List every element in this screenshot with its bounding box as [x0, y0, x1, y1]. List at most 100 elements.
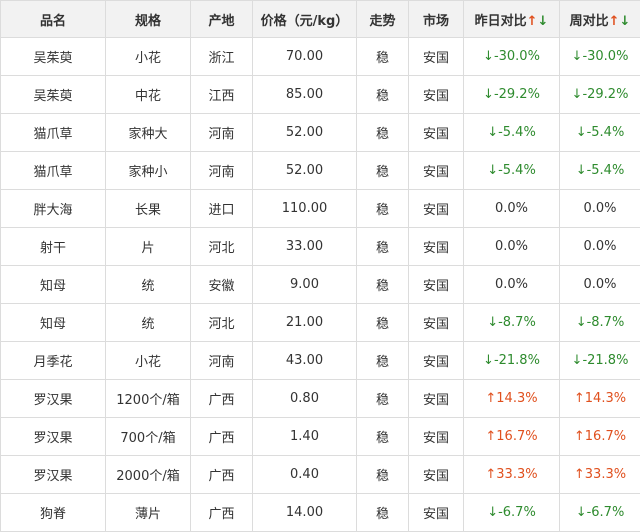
cell-spec: 700个/箱	[106, 418, 191, 456]
cell-spec: 长果	[106, 190, 191, 228]
cell-day-change: ↓-30.0%	[464, 38, 560, 76]
cell-name: 吴茱萸	[1, 38, 106, 76]
cell-origin: 河北	[191, 304, 253, 342]
cell-price: 9.00	[253, 266, 357, 304]
header-day-change-label: 昨日对比	[475, 14, 527, 29]
cell-trend: 稳	[357, 418, 409, 456]
cell-trend: 稳	[357, 228, 409, 266]
cell-origin: 广西	[191, 494, 253, 532]
cell-spec: 家种小	[106, 152, 191, 190]
table-row: 罗汉果700个/箱广西1.40稳安国↑16.7%↑16.7%	[1, 418, 640, 456]
cell-week-change: ↑16.7%	[560, 418, 640, 456]
cell-day-change: 0.0%	[464, 266, 560, 304]
cell-day-change: ↓-21.8%	[464, 342, 560, 380]
cell-trend: 稳	[357, 76, 409, 114]
cell-name: 狗脊	[1, 494, 106, 532]
cell-spec: 小花	[106, 342, 191, 380]
cell-name: 月季花	[1, 342, 106, 380]
table-row: 知母统安徽9.00稳安国0.0%0.0%	[1, 266, 640, 304]
header-day-change: 昨日对比↑↓	[464, 1, 560, 38]
cell-trend: 稳	[357, 114, 409, 152]
cell-trend: 稳	[357, 152, 409, 190]
cell-name: 胖大海	[1, 190, 106, 228]
cell-market: 安国	[409, 190, 464, 228]
cell-market: 安国	[409, 456, 464, 494]
cell-origin: 河南	[191, 114, 253, 152]
table-row: 射干片河北33.00稳安国0.0%0.0%	[1, 228, 640, 266]
cell-origin: 浙江	[191, 38, 253, 76]
table-row: 吴茱萸中花江西85.00稳安国↓-29.2%↓-29.2%	[1, 76, 640, 114]
table-row: 猫爪草家种小河南52.00稳安国↓-5.4%↓-5.4%	[1, 152, 640, 190]
cell-week-change: ↓-8.7%	[560, 304, 640, 342]
header-price: 价格（元/kg）	[253, 1, 357, 38]
cell-market: 安国	[409, 38, 464, 76]
cell-week-change: ↓-29.2%	[560, 76, 640, 114]
cell-day-change: ↓-5.4%	[464, 152, 560, 190]
cell-day-change: ↓-5.4%	[464, 114, 560, 152]
cell-trend: 稳	[357, 38, 409, 76]
cell-market: 安国	[409, 152, 464, 190]
table-header-row: 品名 规格 产地 价格（元/kg） 走势 市场 昨日对比↑↓ 周对比↑↓	[1, 1, 640, 38]
cell-day-change: ↓-8.7%	[464, 304, 560, 342]
cell-name: 罗汉果	[1, 380, 106, 418]
header-trend: 走势	[357, 1, 409, 38]
cell-trend: 稳	[357, 190, 409, 228]
cell-spec: 2000个/箱	[106, 456, 191, 494]
cell-trend: 稳	[357, 380, 409, 418]
cell-origin: 安徽	[191, 266, 253, 304]
cell-market: 安国	[409, 266, 464, 304]
table-row: 狗脊薄片广西14.00稳安国↓-6.7%↓-6.7%	[1, 494, 640, 532]
cell-spec: 薄片	[106, 494, 191, 532]
arrow-up-icon: ↑	[609, 14, 620, 29]
cell-name: 罗汉果	[1, 418, 106, 456]
cell-market: 安国	[409, 418, 464, 456]
cell-market: 安国	[409, 76, 464, 114]
cell-day-change: ↑14.3%	[464, 380, 560, 418]
cell-day-change: ↓-29.2%	[464, 76, 560, 114]
cell-market: 安国	[409, 342, 464, 380]
cell-day-change: ↑33.3%	[464, 456, 560, 494]
cell-week-change: ↑14.3%	[560, 380, 640, 418]
cell-market: 安国	[409, 114, 464, 152]
cell-spec: 家种大	[106, 114, 191, 152]
cell-name: 吴茱萸	[1, 76, 106, 114]
cell-spec: 中花	[106, 76, 191, 114]
cell-price: 33.00	[253, 228, 357, 266]
cell-price: 0.80	[253, 380, 357, 418]
cell-price: 14.00	[253, 494, 357, 532]
cell-spec: 小花	[106, 38, 191, 76]
cell-name: 猫爪草	[1, 114, 106, 152]
cell-spec: 统	[106, 266, 191, 304]
cell-day-change: ↓-6.7%	[464, 494, 560, 532]
cell-market: 安国	[409, 380, 464, 418]
cell-week-change: 0.0%	[560, 266, 640, 304]
cell-origin: 广西	[191, 418, 253, 456]
cell-price: 70.00	[253, 38, 357, 76]
header-origin: 产地	[191, 1, 253, 38]
cell-trend: 稳	[357, 494, 409, 532]
cell-price: 21.00	[253, 304, 357, 342]
cell-price: 43.00	[253, 342, 357, 380]
cell-origin: 江西	[191, 76, 253, 114]
cell-name: 知母	[1, 266, 106, 304]
cell-week-change: 0.0%	[560, 190, 640, 228]
arrow-down-icon: ↓	[620, 14, 631, 29]
cell-spec: 统	[106, 304, 191, 342]
cell-week-change: ↓-5.4%	[560, 152, 640, 190]
cell-week-change: ↓-30.0%	[560, 38, 640, 76]
arrow-up-icon: ↑	[527, 14, 538, 29]
cell-market: 安国	[409, 228, 464, 266]
cell-day-change: ↑16.7%	[464, 418, 560, 456]
cell-price: 52.00	[253, 152, 357, 190]
cell-day-change: 0.0%	[464, 190, 560, 228]
cell-week-change: ↓-21.8%	[560, 342, 640, 380]
header-market: 市场	[409, 1, 464, 38]
header-spec: 规格	[106, 1, 191, 38]
cell-origin: 广西	[191, 456, 253, 494]
cell-origin: 进口	[191, 190, 253, 228]
cell-spec: 片	[106, 228, 191, 266]
cell-market: 安国	[409, 304, 464, 342]
cell-trend: 稳	[357, 456, 409, 494]
cell-price: 1.40	[253, 418, 357, 456]
cell-week-change: ↓-6.7%	[560, 494, 640, 532]
